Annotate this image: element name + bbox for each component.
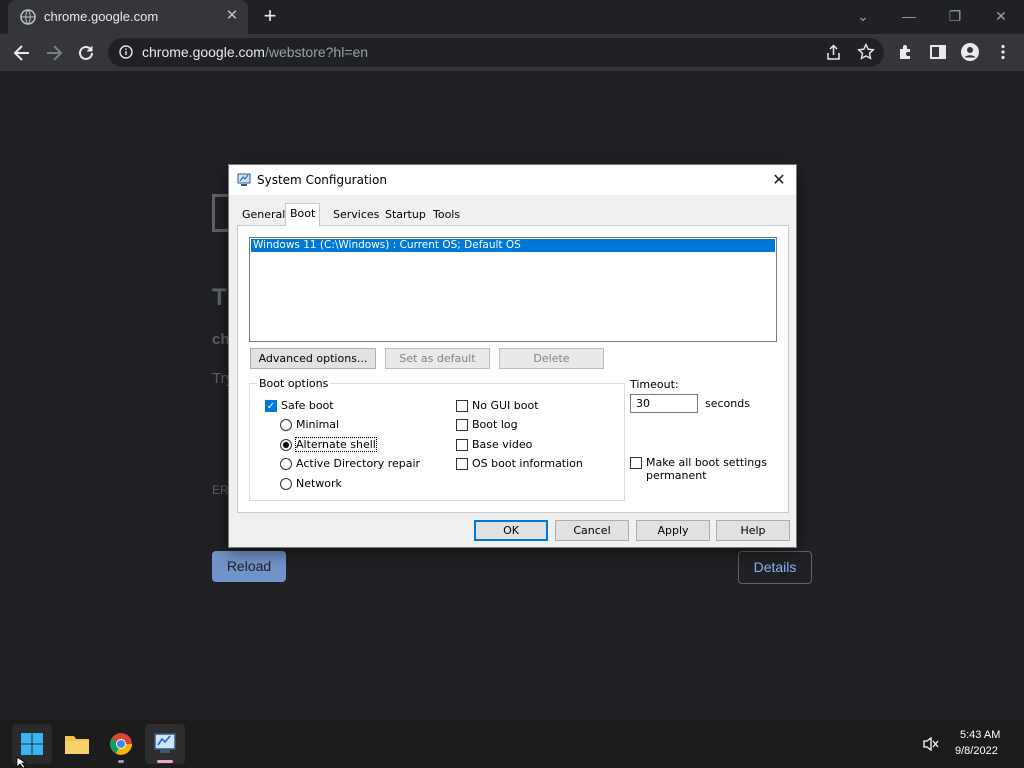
share-icon[interactable] [825,44,842,61]
info-icon[interactable] [119,45,133,59]
volume-muted-icon[interactable] [922,736,940,752]
globe-icon [20,9,36,25]
mouse-cursor-icon [16,757,26,768]
windows-logo-icon [21,733,43,755]
extensions-icon[interactable] [897,43,915,61]
tab-general[interactable]: General [238,205,289,225]
tab-search-icon[interactable]: ⌄ [840,0,886,34]
new-tab-button[interactable]: + [258,5,282,29]
minimal-label: Minimal [296,418,340,431]
side-panel-icon[interactable] [929,43,947,61]
ad-repair-label: Active Directory repair [296,457,421,470]
boot-log-label: Boot log [472,418,518,431]
folder-icon [65,736,89,754]
system-configuration-icon [154,733,176,753]
base-video-checkbox[interactable] [456,439,468,451]
dialog-title: System Configuration [257,173,387,187]
taskbar-date[interactable]: 9/8/2022 [955,745,998,757]
error-host: ch [212,331,230,348]
window-close-icon[interactable]: ✕ [978,0,1024,34]
msconfig-active-indicator [157,760,173,763]
url-text: chrome.google.com/webstore?hl=en [142,44,368,60]
ad-repair-radio[interactable] [280,458,292,470]
url-host: chrome.google.com [142,44,265,60]
chrome-running-indicator [118,760,124,763]
tab-close-icon[interactable]: ✕ [224,8,240,24]
apply-button[interactable]: Apply [636,520,710,541]
cancel-button[interactable]: Cancel [555,520,629,541]
boot-log-checkbox[interactable] [456,419,468,431]
ok-button[interactable]: OK [474,520,548,541]
back-icon[interactable] [11,42,33,64]
dialog-close-icon[interactable]: ✕ [769,170,789,190]
network-radio[interactable] [280,478,292,490]
msconfig-icon [237,173,251,186]
details-button[interactable]: Details [738,551,812,584]
reload-icon[interactable] [75,42,97,64]
menu-kebab-icon[interactable] [994,43,1012,61]
timeout-input[interactable]: 30 [630,394,698,413]
os-boot-info-label: OS boot information [472,457,583,470]
network-label: Network [296,477,342,490]
tab-startup[interactable]: Startup [381,205,430,225]
reload-button[interactable]: Reload [212,551,286,582]
advanced-options-button[interactable]: Advanced options... [250,348,376,369]
timeout-label: Timeout: [630,378,679,391]
no-gui-boot-label: No GUI boot [472,399,539,412]
tab-tools[interactable]: Tools [429,205,464,225]
delete-button[interactable]: Delete [499,348,604,369]
os-list[interactable]: Windows 11 (C:\Windows) : Current OS; De… [249,237,777,342]
os-boot-info-checkbox[interactable] [456,458,468,470]
make-permanent-checkbox[interactable] [630,457,642,469]
no-gui-boot-checkbox[interactable] [456,400,468,412]
error-page-icon [212,194,228,232]
url-path: /webstore?hl=en [264,44,369,60]
make-permanent-label-line1: Make all boot settings [646,456,767,469]
minimize-icon[interactable]: — [886,0,932,34]
bookmark-star-icon[interactable] [857,43,875,61]
minimal-radio[interactable] [280,419,292,431]
chrome-icon [110,733,132,755]
boot-options-legend: Boot options [257,377,331,390]
alternate-shell-radio[interactable] [280,439,292,451]
tab-boot[interactable]: Boot [285,203,321,226]
alternate-shell-label: Alternate shell [295,437,377,452]
set-as-default-button[interactable]: Set as default [385,348,490,369]
make-permanent-label-line2: permanent [646,469,707,482]
restore-icon[interactable]: ❐ [932,0,978,34]
help-button[interactable]: Help [716,520,790,541]
system-configuration-dialog: System Configuration ✕ General Boot Serv… [228,164,797,548]
tab-title: chrome.google.com [44,9,159,24]
taskbar-time[interactable]: 5:43 AM [960,729,1000,741]
profile-icon[interactable] [960,42,980,62]
base-video-label: Base video [472,438,533,451]
safe-boot-checkbox[interactable]: ✓ [265,400,277,412]
forward-icon[interactable] [43,42,65,64]
timeout-unit: seconds [705,397,750,410]
tab-services[interactable]: Services [329,205,383,225]
os-list-item[interactable]: Windows 11 (C:\Windows) : Current OS; De… [250,238,776,253]
safe-boot-label: Safe boot [281,399,334,412]
